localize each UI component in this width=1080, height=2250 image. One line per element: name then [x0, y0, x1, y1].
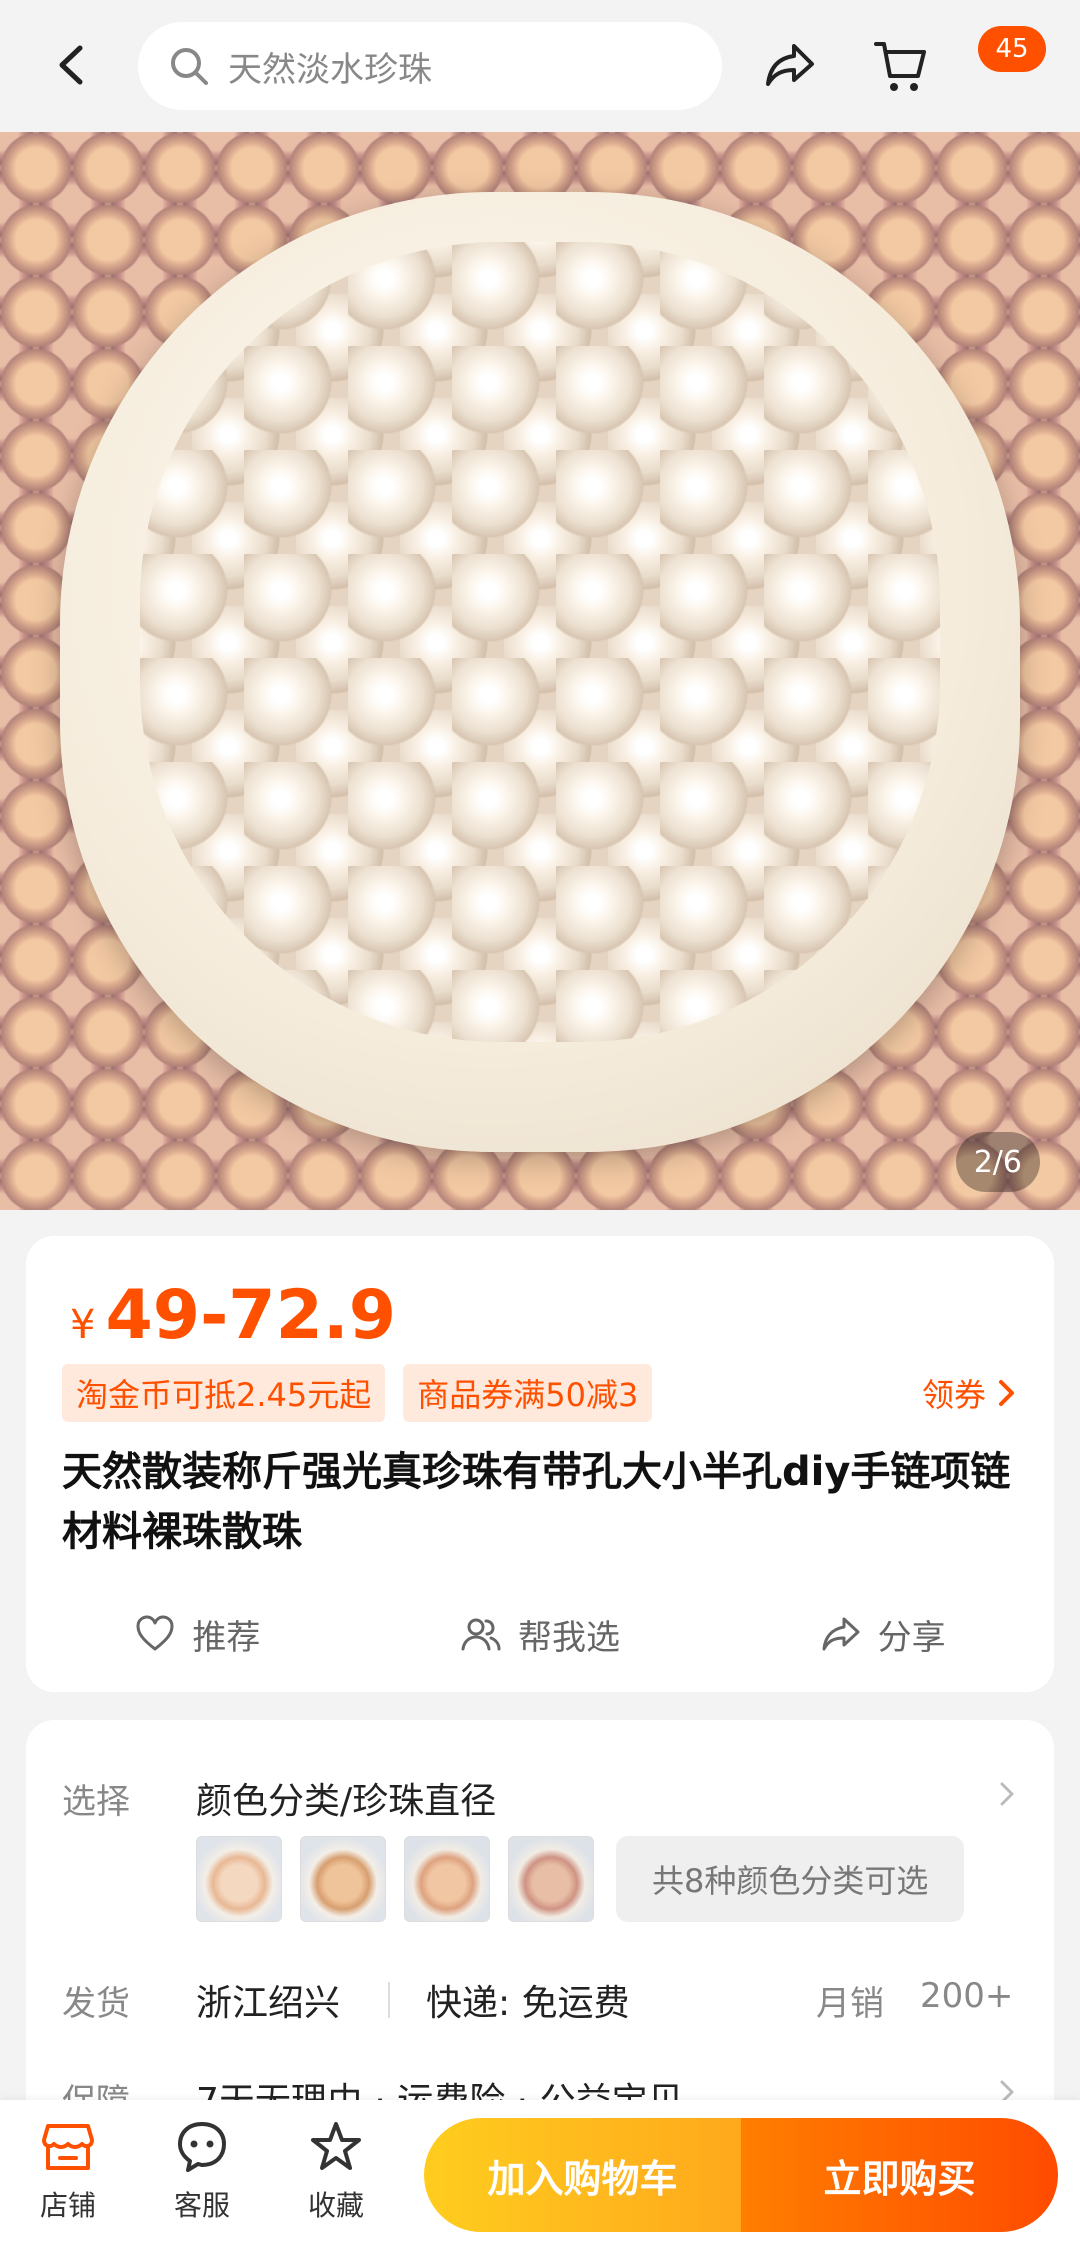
- divider: [388, 1982, 390, 2018]
- help-choose-label: 帮我选: [518, 1617, 620, 1658]
- buy-now-button[interactable]: 立即购买: [741, 2118, 1058, 2232]
- product-photo-pearls: [140, 242, 940, 1042]
- ship-label: 发货: [62, 1984, 130, 2024]
- cart-icon[interactable]: [872, 36, 928, 96]
- share-icon: [822, 1617, 860, 1651]
- share-label: 分享: [877, 1617, 946, 1658]
- share-button[interactable]: 分享: [711, 1604, 1054, 1664]
- store-tab[interactable]: 店铺: [8, 2120, 128, 2224]
- purchase-buttons: 加入购物车 立即购买: [424, 2118, 1058, 2232]
- recommend-label: 推荐: [192, 1617, 261, 1658]
- select-label: 选择: [62, 1782, 130, 1822]
- help-choose-button[interactable]: 帮我选: [369, 1604, 712, 1664]
- store-label: 店铺: [39, 2189, 96, 2222]
- promo-tag-coins[interactable]: 淘金币可抵2.45元起: [62, 1364, 386, 1422]
- product-actions: 推荐 帮我选 分享: [26, 1604, 1054, 1664]
- add-to-cart-button[interactable]: 加入购物车: [424, 2118, 741, 2232]
- service-tab[interactable]: 客服: [142, 2120, 262, 2224]
- product-title: 天然散装称斤强光真珍珠有带孔大小半孔diy手链项链材料裸珠散珠: [62, 1449, 1011, 1555]
- monthly-sales-label: 月销: [816, 1984, 884, 2024]
- get-coupon-link[interactable]: 领券: [922, 1370, 1018, 1416]
- favorite-label: 收藏: [307, 2189, 364, 2222]
- share-icon[interactable]: [762, 38, 818, 94]
- heart-icon: [136, 1615, 174, 1651]
- variant-thumbnail[interactable]: [404, 1836, 490, 1922]
- people-icon: [461, 1618, 501, 1651]
- search-icon: [171, 48, 208, 85]
- search-placeholder: 天然淡水珍珠: [228, 49, 432, 90]
- promo-tag-coupon[interactable]: 商品券满50减3: [403, 1364, 653, 1422]
- currency-symbol: ¥: [70, 1302, 96, 1348]
- ship-origin: 浙江绍兴: [196, 1983, 341, 2024]
- chevron-right-icon: [1000, 1782, 1014, 1806]
- back-arrow-icon[interactable]: [52, 40, 92, 90]
- recommend-button[interactable]: 推荐: [26, 1604, 369, 1664]
- price: ¥ 49-72.9: [70, 1276, 396, 1355]
- top-bar: 天然淡水珍珠 45: [0, 0, 1080, 132]
- gallery-counter: 2/6: [955, 1132, 1040, 1192]
- store-icon: [42, 2124, 94, 2170]
- favorite-tab[interactable]: 收藏: [276, 2120, 396, 2224]
- variant-thumbnail[interactable]: [508, 1836, 594, 1922]
- variant-thumbnails: 共8种颜色分类可选: [196, 1836, 965, 1922]
- select-value: 颜色分类/珍珠直径: [196, 1781, 497, 1822]
- monthly-sales-value: 200+: [920, 1976, 1014, 2016]
- ship-method: 快递: 免运费: [426, 1983, 630, 2024]
- price-range: 49-72.9: [105, 1276, 397, 1355]
- promo-tags: 淘金币可抵2.45元起 商品券满50减3: [62, 1364, 653, 1422]
- product-info-card: ¥ 49-72.9 淘金币可抵2.45元起 商品券满50减3 领券 天然散装称斤…: [26, 1236, 1054, 1692]
- variants-more-pill[interactable]: 共8种颜色分类可选: [616, 1836, 965, 1922]
- variant-thumbnail[interactable]: [300, 1836, 386, 1922]
- chevron-right-icon: [999, 1380, 1014, 1406]
- get-coupon-label: 领券: [921, 1376, 986, 1414]
- product-image-gallery[interactable]: 2/6: [0, 132, 1080, 1210]
- chat-service-icon: [178, 2122, 226, 2172]
- search-bar[interactable]: 天然淡水珍珠: [138, 22, 722, 110]
- service-label: 客服: [173, 2189, 230, 2222]
- star-icon: [311, 2122, 361, 2170]
- variant-thumbnail[interactable]: [196, 1836, 282, 1922]
- cart-count-badge[interactable]: 45: [978, 26, 1046, 72]
- bottom-action-bar: 店铺 客服 收藏 加入购物车 立即购买: [0, 2100, 1080, 2250]
